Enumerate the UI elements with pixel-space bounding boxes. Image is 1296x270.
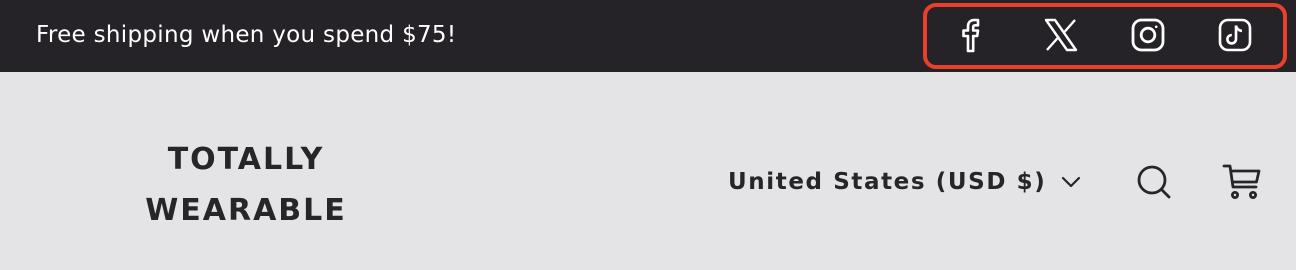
brand-line-1: TOTALLY <box>167 142 325 177</box>
country-currency-label: United States (USD $) <box>728 169 1047 195</box>
brand-line-2: WEARABLE <box>145 193 347 228</box>
cart-icon[interactable] <box>1222 162 1262 202</box>
tiktok-icon[interactable] <box>1216 16 1254 54</box>
announcement-bar: Free shipping when you spend $75! <box>0 0 1296 72</box>
chevron-down-icon <box>1062 176 1081 188</box>
brand-logo[interactable]: TOTALLY WEARABLE <box>130 134 362 236</box>
x-icon[interactable] <box>1042 16 1080 54</box>
announcement-text: Free shipping when you spend $75! <box>36 22 457 48</box>
site-header: TOTALLY WEARABLE United States (USD $) <box>0 72 1296 270</box>
instagram-icon[interactable] <box>1129 16 1167 54</box>
facebook-icon[interactable] <box>952 16 990 54</box>
country-currency-selector[interactable]: United States (USD $) <box>728 162 1082 202</box>
search-icon[interactable] <box>1134 162 1174 202</box>
